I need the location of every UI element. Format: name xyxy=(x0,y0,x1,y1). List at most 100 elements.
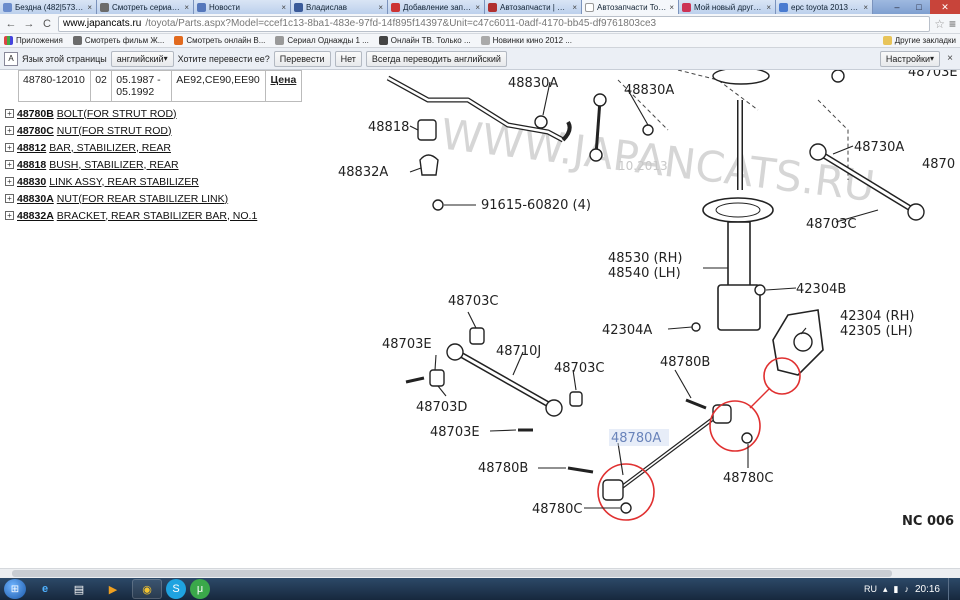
tab-favicon xyxy=(779,2,788,12)
label-48703C-right: 48703C xyxy=(806,217,856,232)
bookmark-apps[interactable]: Приложения xyxy=(4,36,63,45)
label-42305-lh: 42305 (LH) xyxy=(840,324,913,339)
bookmark-item[interactable]: Смотреть онлайн В... xyxy=(174,36,265,45)
bookmark-item[interactable]: Сериал Однажды 1 ... xyxy=(275,36,369,45)
label-48703C-a: 48703C xyxy=(448,294,498,309)
back-icon[interactable]: ← xyxy=(4,17,18,31)
list-item[interactable]: +48832A BRACKET, REAR STABILIZER BAR, NO.… xyxy=(5,207,257,224)
skype-icon[interactable]: S xyxy=(166,579,186,599)
list-item[interactable]: +48812 BAR, STABILIZER, REAR xyxy=(5,139,257,156)
list-item[interactable]: +48780C NUT(FOR STRUT ROD) xyxy=(5,122,257,139)
volume-icon[interactable]: ♪ xyxy=(904,584,909,594)
expand-icon[interactable]: + xyxy=(5,143,14,152)
bookmark-item[interactable]: Онлайн ТВ. Только ... xyxy=(378,36,471,45)
always-translate-button[interactable]: Всегда переводить английский xyxy=(365,50,507,67)
tab-5[interactable]: Добавление записи × xyxy=(388,0,485,14)
clock[interactable]: 20:16 xyxy=(915,584,940,595)
label-48730A: 48730A xyxy=(854,140,904,155)
part-models: AE92,CE90,EE90 xyxy=(171,70,267,102)
tab-4[interactable]: Владислав × xyxy=(291,0,388,14)
label-48830A-top: 48830A xyxy=(508,76,558,91)
expand-icon[interactable]: + xyxy=(5,109,14,118)
close-icon[interactable]: × xyxy=(669,3,674,12)
horizontal-scrollbar[interactable] xyxy=(0,568,960,578)
chrome-icon[interactable]: ◉ xyxy=(132,579,162,599)
bookmark-favicon xyxy=(378,36,388,45)
maximize-icon[interactable]: □ xyxy=(908,0,930,14)
tab-8[interactable]: Мой новый друг EESI× xyxy=(679,0,776,14)
tab-1[interactable]: Бездна (482|573) - Boil× xyxy=(0,0,97,14)
no-button[interactable]: Нет xyxy=(334,50,362,67)
tab-9[interactable]: epc toyota 2013 - Пои× xyxy=(776,0,873,14)
bookmark-item[interactable]: Новинки кино 2012 ... xyxy=(480,36,572,45)
close-icon[interactable]: × xyxy=(475,3,480,12)
tab-7-active[interactable]: Автозапчасти Toyota × xyxy=(582,0,679,14)
tab-favicon xyxy=(682,2,691,12)
list-item[interactable]: +48818 BUSH, STABILIZER, REAR xyxy=(5,156,257,173)
language-indicator[interactable]: RU xyxy=(864,584,877,594)
tab-2[interactable]: Смотреть сериал Мет× xyxy=(97,0,194,14)
list-item[interactable]: +48830 LINK ASSY, REAR STABILIZER xyxy=(5,173,257,190)
close-icon[interactable]: × xyxy=(87,3,92,12)
bookmark-star-icon[interactable]: ☆ xyxy=(934,17,945,31)
close-icon[interactable]: × xyxy=(184,3,189,12)
tab-label: Владислав xyxy=(306,2,347,12)
reload-icon[interactable]: C xyxy=(40,17,54,31)
page-content: 48780-12010 02 05.1987 - 05.1992 AE92,CE… xyxy=(0,70,960,568)
list-item[interactable]: +48830A NUT(FOR REAR STABILIZER LINK) xyxy=(5,190,257,207)
label-48703E-left: 48703E xyxy=(382,337,432,352)
tab-6[interactable]: Автозапчасти | Интер× xyxy=(485,0,582,14)
minimize-icon[interactable]: – xyxy=(886,0,908,14)
label-highlight-bg xyxy=(609,429,669,446)
label-48703D: 48703D xyxy=(416,400,467,415)
menu-icon[interactable]: ≡ xyxy=(949,17,956,31)
bookmark-other[interactable]: Другие закладки xyxy=(882,36,956,45)
close-icon[interactable]: × xyxy=(281,3,286,12)
bookmark-favicon xyxy=(480,36,490,45)
scrollbar-thumb[interactable] xyxy=(12,570,892,577)
file-explorer-icon[interactable]: ▤ xyxy=(64,579,94,599)
expand-icon[interactable]: + xyxy=(5,160,14,169)
show-desktop-button[interactable] xyxy=(948,578,956,600)
settings-button[interactable]: Настройки xyxy=(879,50,940,67)
address-bar[interactable]: www.japancats.ru/toyota/Parts.aspx?Model… xyxy=(58,15,931,32)
tray-expand-icon[interactable]: ▴ xyxy=(883,584,888,595)
tab-label: Бездна (482|573) - Boil xyxy=(15,2,84,12)
translate-button[interactable]: Перевести xyxy=(273,50,331,67)
close-icon[interactable]: × xyxy=(378,3,383,12)
expand-icon[interactable]: + xyxy=(5,194,14,203)
label-48703C-b: 48703C xyxy=(554,361,604,376)
window-close-icon[interactable]: ✕ xyxy=(930,0,960,14)
media-player-icon[interactable]: ▶ xyxy=(98,579,128,599)
price-link[interactable]: Цена xyxy=(270,74,296,86)
close-icon[interactable]: × xyxy=(863,3,868,12)
internet-explorer-icon[interactable]: e xyxy=(30,579,60,599)
expand-icon[interactable]: + xyxy=(5,126,14,135)
label-48780B-bottom: 48780B xyxy=(478,461,528,476)
strut-mount xyxy=(712,70,770,85)
forward-icon[interactable]: → xyxy=(22,17,36,31)
label-48530-rh: 48530 (RH) xyxy=(608,251,682,266)
windows-start-icon[interactable]: ⊞ xyxy=(4,579,26,599)
expand-icon[interactable]: + xyxy=(5,177,14,186)
utorrent-icon[interactable]: μ xyxy=(190,579,210,599)
part-table: 48780-12010 02 05.1987 - 05.1992 AE92,CE… xyxy=(17,70,302,102)
network-icon[interactable]: ▮ xyxy=(894,584,899,595)
tab-3[interactable]: Новости × xyxy=(194,0,291,14)
bookmark-item[interactable]: Смотреть фильм Ж... xyxy=(72,36,164,45)
bush-part xyxy=(417,119,437,141)
windows-taskbar: ⊞ e ▤ ▶ ◉ S μ RU ▴ ▮ ♪ 20:16 xyxy=(0,578,960,600)
expand-icon[interactable]: + xyxy=(5,211,14,220)
close-icon[interactable]: × xyxy=(572,3,577,12)
label-48540-lh: 48540 (LH) xyxy=(608,266,681,281)
tab-favicon xyxy=(488,2,497,12)
bookmark-favicon xyxy=(174,36,184,45)
parts-list: +48780B BOLT(FOR STRUT ROD) +48780C NUT(FO… xyxy=(5,105,257,224)
close-icon[interactable]: × xyxy=(766,3,771,12)
language-select[interactable]: английский xyxy=(110,50,174,67)
tab-label: Смотреть сериал Мет xyxy=(112,2,181,12)
list-item[interactable]: +48780B BOLT(FOR STRUT ROD) xyxy=(5,105,257,122)
label-42304-rh: 42304 (RH) xyxy=(840,309,914,324)
url-path: /toyota/Parts.aspx?Model=ccef1c13-8ba1-4… xyxy=(145,18,657,29)
close-icon[interactable]: × xyxy=(944,53,956,64)
